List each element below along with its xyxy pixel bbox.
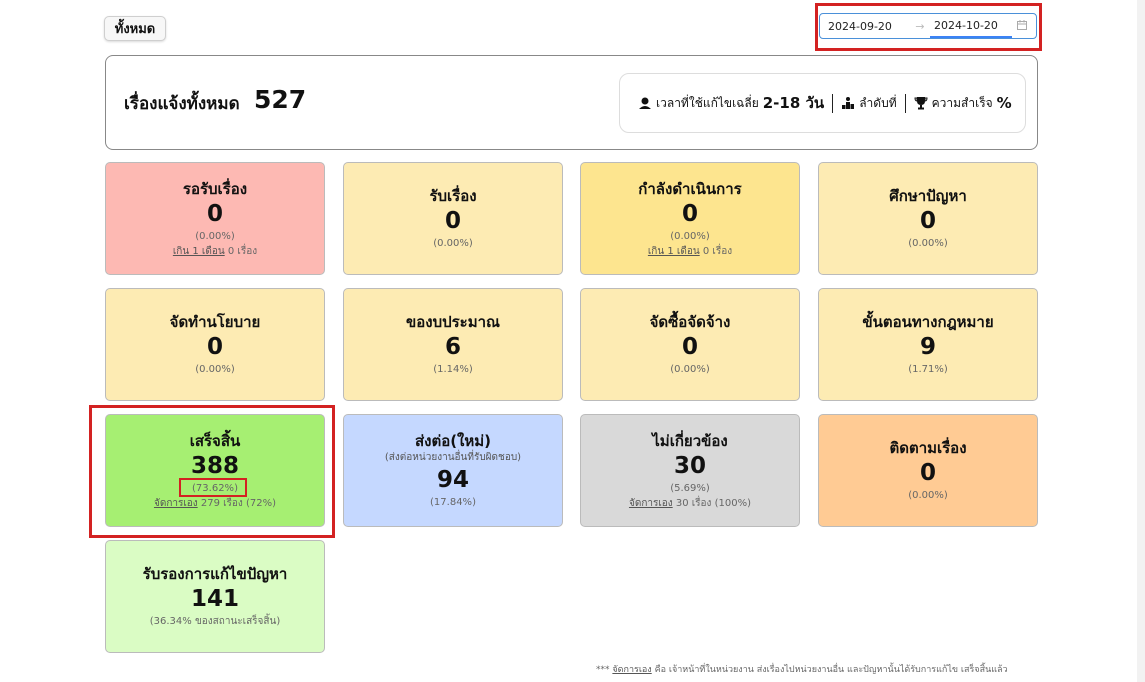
card-percent: (0.00%) <box>195 364 235 375</box>
card-title: กำลังดำเนินการ <box>638 179 742 198</box>
avg-time-label: เวลาที่ใช้แก้ไขเฉลี่ย <box>656 95 759 110</box>
success-stat[interactable]: ความสำเร็จ % <box>904 93 1020 113</box>
card-count: 0 <box>444 208 461 234</box>
card-percent: (1.14%) <box>433 364 473 375</box>
status-card-resolution-certified[interactable]: รับรองการแก้ไขปัญหา 141 (36.34% ของสถานะ… <box>105 540 325 653</box>
footnote-self-managed-link[interactable]: จัดการเอง <box>612 665 651 675</box>
rank-stat[interactable]: ลำดับที่ <box>832 93 904 113</box>
card-title: ติดตามเรื่อง <box>889 439 967 457</box>
card-count: 0 <box>919 460 936 486</box>
over-one-month-link[interactable]: เกิน 1 เดือน <box>173 246 225 257</box>
card-title: ของบประมาณ <box>406 313 500 331</box>
card-subtitle: (ส่งต่อหน่วยงานอื่นที่รับผิดชอบ) <box>384 452 522 463</box>
card-percent: (0.00%) <box>195 230 235 242</box>
arrow-right-icon: → <box>915 19 925 33</box>
card-percent: (0.00%) <box>670 230 710 242</box>
card-title: ศึกษาปัญหา <box>889 187 967 205</box>
user-clock-icon <box>639 97 651 109</box>
status-card-policy[interactable]: จัดทำนโยบาย 0 (0.00%) <box>105 288 325 401</box>
calendar-icon[interactable] <box>1012 19 1032 33</box>
status-card-in-progress[interactable]: กำลังดำเนินการ 0 (0.00%) เกิน 1 เดือน 0 … <box>580 162 800 275</box>
avg-time-value: 2-18 วัน <box>762 94 825 112</box>
date-range-picker[interactable]: 2024-09-20 → 2024-10-20 <box>819 13 1037 39</box>
stats-bar: เวลาที่ใช้แก้ไขเฉลี่ย 2-18 วัน ลำดับที่ … <box>619 73 1026 133</box>
card-count: 141 <box>190 586 239 612</box>
podium-icon <box>842 97 855 109</box>
footnote: *** จัดการเอง คือ เจ้าหน้าที่ในหน่วยงาน … <box>596 665 1008 675</box>
card-title: จัดทำนโยบาย <box>169 313 261 331</box>
summary-panel: เรื่องแจ้งทั้งหมด 527 เวลาที่ใช้แก้ไขเฉล… <box>105 55 1038 150</box>
card-title: ขั้นตอนทางกฎหมาย <box>862 313 994 331</box>
card-count: 0 <box>919 208 936 234</box>
card-title: รอรับเรื่อง <box>182 179 248 198</box>
card-percent: (5.69%) <box>670 482 710 494</box>
total-issues-label: เรื่องแจ้งทั้งหมด <box>124 94 240 114</box>
status-card-study-problem[interactable]: ศึกษาปัญหา 0 (0.00%) <box>818 162 1038 275</box>
trophy-icon <box>914 97 928 110</box>
card-count: 0 <box>206 200 223 227</box>
status-card-procurement[interactable]: จัดซื้อจัดจ้าง 0 (0.00%) <box>580 288 800 401</box>
card-percent: (0.00%) <box>908 490 948 501</box>
card-percent: (1.71%) <box>908 364 948 375</box>
success-value: % <box>996 94 1012 112</box>
rank-label: ลำดับที่ <box>859 95 897 110</box>
status-card-not-related[interactable]: ไม่เกี่ยวข้อง 30 (5.69%) จัดการเอง 30 เร… <box>580 414 800 527</box>
over-one-month-link[interactable]: เกิน 1 เดือน <box>648 246 700 257</box>
card-percent: (0.00%) <box>670 364 710 375</box>
card-title: รับรองการแก้ไขปัญหา <box>142 565 288 583</box>
success-label: ความสำเร็จ <box>931 95 993 110</box>
card-percent: (17.84%) <box>430 497 476 508</box>
card-count: 0 <box>206 334 223 360</box>
card-title: จัดซื้อจัดจ้าง <box>649 313 731 331</box>
filter-all-button[interactable]: ทั้งหมด <box>104 16 166 41</box>
card-title: ไม่เกี่ยวข้อง <box>652 431 728 450</box>
start-date-input[interactable]: 2024-09-20 <box>820 20 910 33</box>
card-extra: จัดการเอง 30 เรื่อง (100%) <box>628 497 752 509</box>
status-card-legal[interactable]: ขั้นตอนทางกฎหมาย 9 (1.71%) <box>818 288 1038 401</box>
card-percent: (36.34% ของสถานะเสร็จสิ้น) <box>149 616 281 627</box>
card-percent: (0.00%) <box>908 238 948 249</box>
card-count: 0 <box>681 200 698 227</box>
status-card-budget[interactable]: ของบประมาณ 6 (1.14%) <box>343 288 563 401</box>
status-card-follow-up[interactable]: ติดตามเรื่อง 0 (0.00%) <box>818 414 1038 527</box>
status-card-forwarded[interactable]: ส่งต่อ(ใหม่) (ส่งต่อหน่วยงานอื่นที่รับผิ… <box>343 414 563 527</box>
card-count: 30 <box>673 452 706 479</box>
card-count: 94 <box>436 467 469 493</box>
page-scrollbar[interactable] <box>1137 0 1145 682</box>
completed-card-highlight <box>89 405 335 538</box>
avg-time-stat[interactable]: เวลาที่ใช้แก้ไขเฉลี่ย 2-18 วัน <box>630 91 832 115</box>
total-issues-count: 527 <box>254 85 307 114</box>
self-managed-link[interactable]: จัดการเอง <box>629 498 673 509</box>
status-card-received[interactable]: รับเรื่อง 0 (0.00%) <box>343 162 563 275</box>
card-title: ส่งต่อ(ใหม่) <box>414 432 492 450</box>
card-count: 6 <box>444 334 461 360</box>
card-count: 0 <box>681 334 698 360</box>
card-extra: เกิน 1 เดือน 0 เรื่อง <box>172 245 258 257</box>
card-count: 9 <box>919 334 936 360</box>
completed-percent-highlight <box>179 478 247 497</box>
status-card-pending[interactable]: รอรับเรื่อง 0 (0.00%) เกิน 1 เดือน 0 เรื… <box>105 162 325 275</box>
end-date-input[interactable]: 2024-10-20 <box>930 14 1012 38</box>
card-percent: (0.00%) <box>433 238 473 249</box>
card-title: รับเรื่อง <box>429 187 477 205</box>
card-extra: เกิน 1 เดือน 0 เรื่อง <box>647 245 733 257</box>
